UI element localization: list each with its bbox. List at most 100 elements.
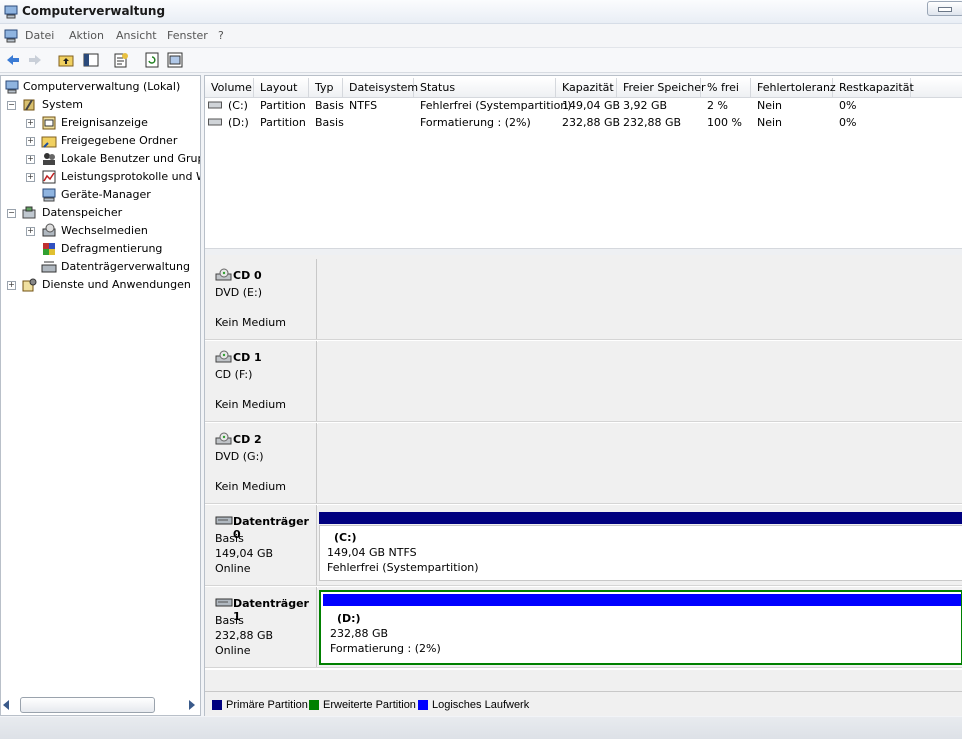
collapse-icon[interactable]: − [7, 101, 16, 110]
disk-name: Datenträger 0 [233, 515, 309, 541]
partition-label: (D:) [337, 612, 361, 625]
expand-icon[interactable]: + [26, 137, 35, 146]
table-row[interactable]: (C:) Partition Basis NTFS Fehlerfrei (Sy… [205, 97, 962, 114]
show-hide-tree-icon[interactable] [82, 51, 100, 69]
disk-cd1[interactable]: CD 1 CD (F:) Kein Medium [205, 341, 962, 421]
menu-datei[interactable]: Datei [25, 29, 54, 42]
scroll-left-icon[interactable] [3, 700, 11, 710]
partition-c[interactable]: (C:) 149,04 GB NTFS Fehlerfrei (Systempa… [319, 525, 962, 581]
tree-item-performance-logs[interactable]: Leistungsprotokolle und War [61, 168, 200, 186]
hard-disk-icon [215, 516, 233, 525]
cell-free-space: 232,88 GB [623, 116, 682, 129]
disk-cd0[interactable]: CD 0 DVD (E:) Kein Medium [205, 259, 962, 339]
back-arrow-icon[interactable] [4, 51, 22, 69]
services-apps-icon [22, 278, 37, 292]
extended-partition[interactable]: (D:) 232,88 GB Formatierung : (2%) [319, 590, 962, 665]
forward-arrow-icon[interactable] [26, 51, 44, 69]
partition-status: Formatierung : (2%) [330, 642, 441, 655]
expand-icon[interactable]: + [26, 119, 35, 128]
scroll-right-icon[interactable] [187, 700, 195, 710]
event-viewer-icon [42, 116, 56, 130]
disk-type: Basis [215, 532, 244, 545]
disk-type: Basis [215, 614, 244, 627]
cell-layout: Partition [260, 116, 306, 129]
title-bar: Computerverwaltung [0, 0, 962, 24]
disk-cd2[interactable]: CD 2 DVD (G:) Kein Medium [205, 423, 962, 503]
refresh-icon[interactable] [143, 51, 161, 69]
console-tree: Computerverwaltung (Lokal) − System + Er… [0, 75, 201, 716]
cd-drive-icon [215, 268, 232, 281]
col-filesystem[interactable]: Dateisystem [343, 78, 418, 97]
cell-fault-tolerance: Nein [757, 116, 783, 129]
disk-status: Online [215, 562, 251, 575]
tree-item-disk-management[interactable]: Datenträgerverwaltung [61, 258, 190, 276]
tree-item-services-apps[interactable]: Dienste und Anwendungen [42, 276, 191, 294]
disk-size: 149,04 GB [215, 547, 274, 560]
cell-free-space: 3,92 GB [623, 99, 668, 112]
expand-icon[interactable]: + [26, 155, 35, 164]
table-row[interactable]: (D:) Partition Basis Formatierung : (2%)… [205, 114, 962, 131]
cell-status: Formatierung : (2%) [420, 116, 531, 129]
disk-partition-area: (C:) 149,04 GB NTFS Fehlerfrei (Systempa… [318, 505, 962, 585]
menu-bar: Datei Aktion Ansicht Fenster ? [0, 24, 962, 48]
collapse-icon[interactable]: − [7, 209, 16, 218]
disk-separator [205, 667, 962, 670]
tree-item-storage[interactable]: Datenspeicher [42, 204, 122, 222]
cell-filesystem: NTFS [349, 99, 378, 112]
legend-primary: Primäre Partition [226, 699, 308, 711]
menu-ansicht[interactable]: Ansicht [116, 29, 157, 42]
cell-capacity: 149,04 GB [562, 99, 621, 112]
col-overhead[interactable]: Restkapazität [833, 78, 914, 97]
minimize-button[interactable] [927, 1, 962, 16]
partition-size: 149,04 GB NTFS [327, 546, 417, 559]
col-layout[interactable]: Layout [254, 78, 309, 97]
disk-management-icon [41, 261, 57, 273]
cell-volume: (C:) [228, 99, 248, 112]
expand-icon[interactable]: + [26, 173, 35, 182]
tree-item-local-users[interactable]: Lokale Benutzer und Gruppe [61, 150, 200, 168]
disk-status: Kein Medium [215, 316, 286, 329]
cell-fault-tolerance: Nein [757, 99, 783, 112]
expand-icon[interactable]: + [26, 227, 35, 236]
tree-item-system[interactable]: System [42, 96, 83, 114]
menu-fenster[interactable]: Fenster [167, 29, 208, 42]
tree-item-defragmentation[interactable]: Defragmentierung [61, 240, 162, 258]
users-groups-icon [43, 153, 55, 165]
tree-item-removable-media[interactable]: Wechselmedien [61, 222, 148, 240]
col-fault-tolerance[interactable]: Fehlertoleranz [751, 78, 836, 97]
tree-item-shared-folders[interactable]: Freigegebene Ordner [61, 132, 177, 150]
status-bar [0, 717, 962, 739]
disk-label-panel: Datenträger 1 Basis 232,88 GB Online [205, 587, 317, 667]
expand-icon[interactable]: + [7, 281, 16, 290]
menu-aktion[interactable]: Aktion [69, 29, 104, 42]
minimize-icon [938, 7, 952, 12]
col-type[interactable]: Typ [309, 78, 343, 97]
cd-drive-icon [215, 432, 232, 445]
console-icon[interactable] [3, 28, 19, 44]
tree-item-root[interactable]: Computerverwaltung (Lokal) [23, 78, 180, 96]
col-capacity[interactable]: Kapazität [556, 78, 617, 97]
scroll-thumb[interactable] [20, 697, 155, 713]
partition-label: (C:) [334, 531, 357, 544]
legend-extended: Erweiterte Partition [323, 699, 416, 711]
cell-percent-free: 2 % [707, 99, 728, 112]
col-percent-free[interactable]: % frei [701, 78, 751, 97]
disk-label-panel: CD 2 DVD (G:) Kein Medium [205, 423, 317, 503]
disk-0[interactable]: Datenträger 0 Basis 149,04 GB Online (C:… [205, 505, 962, 585]
tree-item-event-viewer[interactable]: Ereignisanzeige [61, 114, 148, 132]
cell-overhead: 0% [839, 99, 857, 112]
partition-d[interactable]: (D:) 232,88 GB Formatierung : (2%) [323, 607, 961, 660]
col-free-space[interactable]: Freier Speicher [617, 78, 706, 97]
tree-horizontal-scrollbar[interactable] [3, 696, 198, 714]
up-folder-icon[interactable] [57, 51, 75, 69]
shared-folder-icon [41, 136, 57, 148]
properties-icon[interactable] [112, 51, 130, 69]
help-icon[interactable] [166, 51, 184, 69]
volume-icon [208, 101, 222, 109]
menu-help[interactable]: ? [218, 29, 224, 42]
disk-1[interactable]: Datenträger 1 Basis 232,88 GB Online (D:… [205, 587, 962, 667]
tree-item-device-manager[interactable]: Geräte-Manager [61, 186, 151, 204]
disk-empty-area [318, 341, 962, 421]
col-status[interactable]: Status [414, 78, 556, 97]
col-volume[interactable]: Volume [205, 78, 254, 97]
